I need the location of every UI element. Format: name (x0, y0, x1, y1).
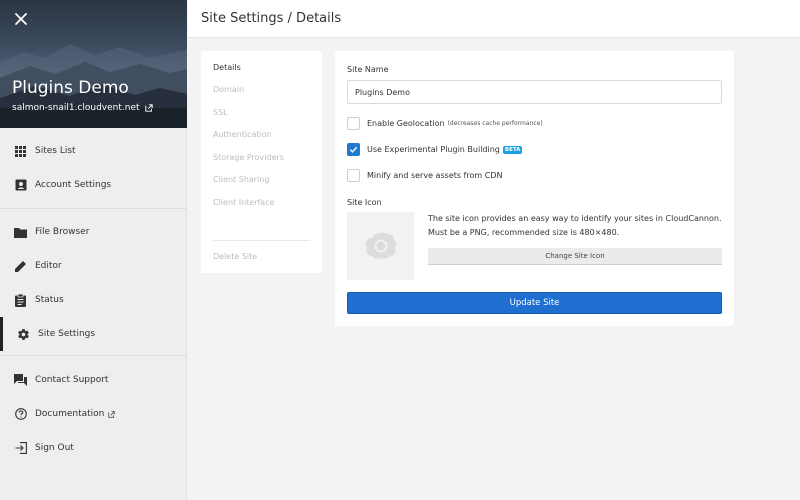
settings-menu-item-ssl[interactable]: SSL (213, 108, 228, 117)
settings-menu-item-details[interactable]: Details (213, 63, 241, 72)
minify-label: Minify and serve assets from CDN (367, 171, 503, 180)
sidebar: Plugins Demo salmon-snail1.cloudvent.net… (0, 0, 187, 500)
geolocation-label: Enable Geolocation (367, 119, 445, 128)
gear-icon (17, 328, 30, 341)
plugin-building-checkbox[interactable] (347, 143, 360, 156)
site-hero-banner: Plugins Demo salmon-snail1.cloudvent.net (0, 0, 187, 128)
page-header: Site Settings / Details (188, 0, 800, 38)
breadcrumb: Site Settings / Details (201, 11, 342, 26)
site-icon-description-line: Must be a PNG, recommended size is 480×4… (428, 228, 620, 237)
settings-menu-item-domain[interactable]: Domain (213, 85, 244, 94)
cloudcannon-logo-icon (365, 232, 396, 259)
settings-menu-item-client-interface[interactable]: Client Interface (213, 198, 275, 207)
nav-item-editor[interactable]: Editor (0, 249, 187, 283)
update-site-button[interactable]: Update Site (347, 292, 722, 314)
details-panel: Site Name Plugins Demo Enable Geolocatio… (335, 51, 734, 326)
minify-checkbox[interactable] (347, 169, 360, 182)
settings-menu: Details Domain SSL Authentication Storag… (201, 51, 322, 273)
nav-item-status[interactable]: Status (0, 283, 187, 317)
nav-item-label: Sites List (35, 146, 76, 156)
plugin-building-option[interactable]: Use Experimental Plugin Building BETA (347, 143, 523, 156)
nav-item-site-settings[interactable]: Site Settings (0, 317, 187, 351)
nav-item-label: Site Settings (38, 329, 96, 339)
settings-menu-item-client-sharing[interactable]: Client Sharing (213, 175, 269, 184)
external-link-icon (108, 410, 116, 418)
folder-icon (14, 226, 27, 239)
change-site-icon-button[interactable]: Change Site Icon (428, 248, 722, 265)
pencil-icon (14, 260, 27, 273)
account-card-icon (14, 179, 27, 192)
sidebar-divider (0, 355, 187, 356)
chat-icon (14, 374, 27, 387)
site-icon-label: Site Icon (347, 198, 382, 207)
site-icon-preview (347, 212, 414, 280)
clipboard-icon (14, 293, 27, 307)
check-icon (349, 146, 358, 153)
settings-menu-divider (213, 240, 310, 241)
close-icon[interactable] (12, 10, 30, 28)
nav-item-label: Status (35, 295, 64, 305)
site-name-title: Plugins Demo (12, 78, 129, 98)
site-name-input[interactable]: Plugins Demo (347, 80, 722, 104)
nav-item-label: Documentation (35, 409, 105, 419)
nav-item-documentation[interactable]: Documentation (0, 397, 187, 431)
beta-badge: BETA (502, 145, 523, 154)
nav-item-sites-list[interactable]: Sites List (0, 134, 187, 168)
nav-group-sites: Sites List Account Settings (0, 134, 187, 202)
site-name-label: Site Name (347, 65, 389, 74)
site-url-link[interactable]: salmon-snail1.cloudvent.net (12, 103, 153, 113)
nav-item-label: Sign Out (35, 443, 74, 453)
nav-item-label: Editor (35, 261, 62, 271)
settings-menu-item-delete-site[interactable]: Delete Site (213, 252, 257, 261)
site-url-text: salmon-snail1.cloudvent.net (12, 103, 140, 113)
nav-item-label: File Browser (35, 227, 90, 237)
nav-item-label: Account Settings (35, 180, 112, 190)
settings-menu-item-storage-providers[interactable]: Storage Providers (213, 153, 284, 162)
site-icon-description-line: The site icon provides an easy way to id… (428, 214, 722, 223)
external-link-icon (144, 104, 153, 112)
nav-item-account-settings[interactable]: Account Settings (0, 168, 187, 202)
nav-item-label: Contact Support (35, 375, 109, 385)
settings-menu-item-authentication[interactable]: Authentication (213, 130, 272, 139)
sidebar-divider (0, 208, 187, 209)
nav-item-sign-out[interactable]: Sign Out (0, 431, 187, 465)
plugin-building-label: Use Experimental Plugin Building (367, 145, 500, 154)
nav-item-contact-support[interactable]: Contact Support (0, 363, 187, 397)
minify-option[interactable]: Minify and serve assets from CDN (347, 169, 502, 182)
sign-out-icon (14, 442, 27, 455)
help-circle-icon (14, 408, 27, 421)
nav-item-file-browser[interactable]: File Browser (0, 215, 187, 249)
site-icon-description: The site icon provides an easy way to id… (428, 212, 724, 240)
grid-icon (14, 145, 27, 158)
geolocation-option[interactable]: Enable Geolocation (decreases cache perf… (347, 117, 543, 130)
nav-group-help: Contact Support Documentation Sign Out (0, 363, 187, 465)
geolocation-note: (decreases cache performance) (447, 120, 543, 127)
geolocation-checkbox[interactable] (347, 117, 360, 130)
nav-group-site: File Browser Editor Status Site Settings (0, 215, 187, 351)
